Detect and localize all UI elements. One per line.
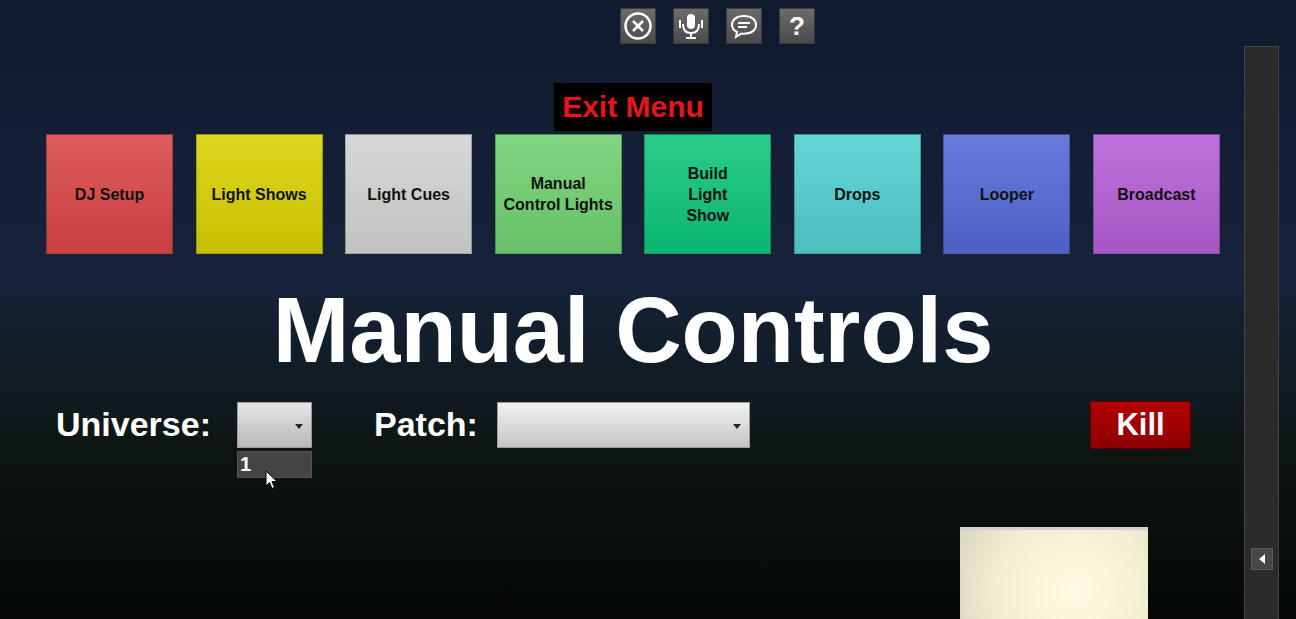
menu-tile[interactable]: Broadcast	[1093, 134, 1220, 254]
toolbar: ?	[0, 0, 1244, 44]
kill-button[interactable]: Kill	[1090, 401, 1191, 449]
universe-label: Universe:	[56, 405, 211, 444]
menu-content: Exit MenuDJ SetupLight ShowsLight CuesMa…	[0, 44, 1244, 449]
menu-tile[interactable]: Looper	[943, 134, 1070, 254]
stage-screen	[960, 527, 1148, 619]
left-arrow-icon	[1257, 553, 1267, 565]
chat-bubble-icon	[729, 11, 759, 41]
game-menu-screen: ?Exit MenuDJ SetupLight ShowsLight CuesM…	[0, 0, 1296, 619]
menu-tile[interactable]: Light Cues	[345, 134, 472, 254]
menu-tile[interactable]: Light Shows	[196, 134, 323, 254]
mouse-cursor-icon	[265, 470, 279, 490]
universe-dropdown[interactable]	[237, 402, 312, 448]
menu-tile[interactable]: BuildLightShow	[644, 134, 771, 254]
microphone-icon	[676, 11, 706, 41]
menu-tile[interactable]: ManualControl Lights	[495, 134, 622, 254]
controls-row: Universe:1Patch:Kill	[46, 401, 1220, 449]
universe-options: 1	[237, 451, 312, 478]
menu-tile[interactable]: Drops	[794, 134, 921, 254]
patch-dropdown[interactable]	[497, 402, 750, 448]
help-button[interactable]: ?	[779, 8, 815, 44]
menu-tiles: DJ SetupLight ShowsLight CuesManualContr…	[46, 134, 1220, 254]
page-title: Manual Controls	[46, 282, 1220, 379]
dropdown-arrow-icon	[733, 424, 741, 429]
close-icon	[623, 11, 653, 41]
exit-menu-button[interactable]: Exit Menu	[554, 83, 712, 131]
universe-option[interactable]: 1	[238, 452, 311, 477]
microphone-button[interactable]	[673, 8, 709, 44]
menu-tile[interactable]: DJ Setup	[46, 134, 173, 254]
menu-panel: ?Exit MenuDJ SetupLight ShowsLight CuesM…	[0, 0, 1244, 619]
chat-button[interactable]	[726, 8, 762, 44]
collapse-button[interactable]	[1251, 548, 1273, 570]
side-scrollbar[interactable]	[1244, 46, 1279, 619]
dropdown-arrow-icon	[295, 424, 303, 429]
patch-label: Patch:	[374, 405, 478, 444]
close-button[interactable]	[620, 8, 656, 44]
